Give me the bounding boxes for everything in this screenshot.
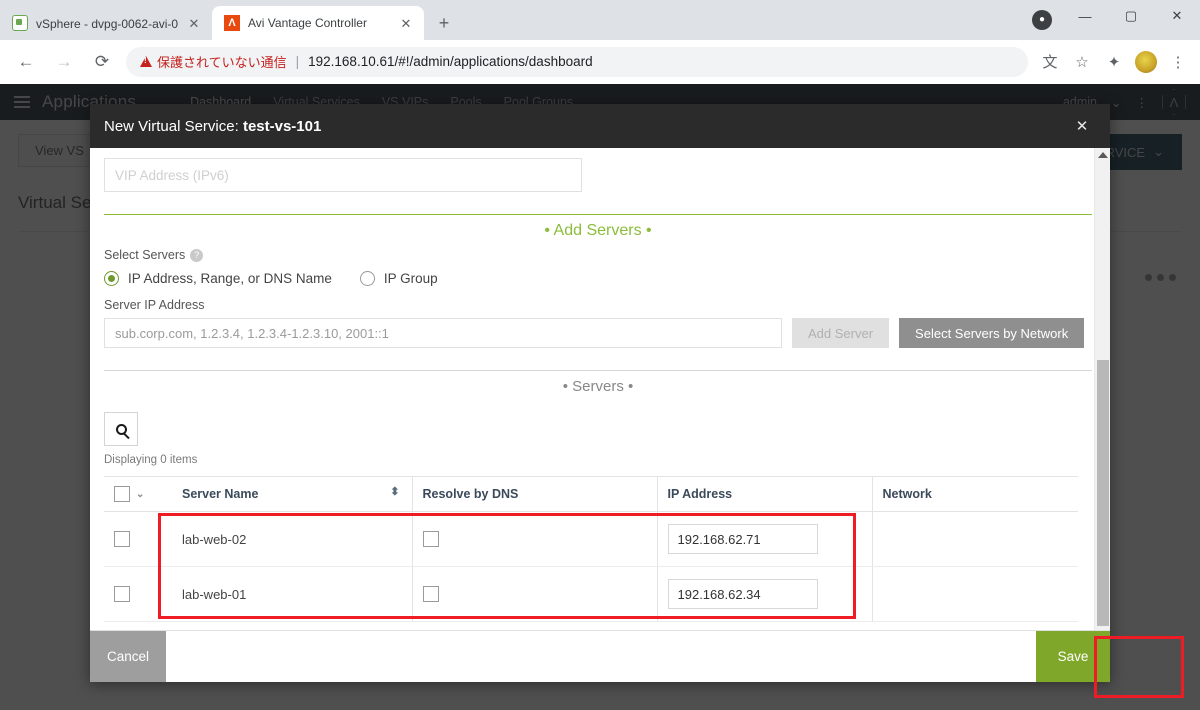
add-servers-section-divider: • Add Servers • bbox=[104, 214, 1092, 248]
window-minimize-icon[interactable]: — bbox=[1062, 0, 1108, 32]
modal-header: New Virtual Service: test-vs-101 ✕ bbox=[90, 104, 1110, 148]
server-ip-row: Add Server Select Servers by Network bbox=[104, 318, 1092, 348]
tab-close-icon[interactable]: ✕ bbox=[398, 15, 414, 31]
displaying-count-label: Displaying 0 items bbox=[104, 454, 198, 466]
table-header-row: ⌄ Server Name ⬍ Resolve by DNS IP Addres… bbox=[104, 476, 1078, 512]
insecure-warning-label: 保護されていない通信 bbox=[157, 55, 287, 70]
row-checkbox[interactable] bbox=[114, 531, 130, 548]
table-row[interactable]: lab-web-01 bbox=[104, 566, 1078, 622]
insecure-warning[interactable]: 保護されていない通信 bbox=[140, 52, 287, 71]
scroll-up-arrow-icon[interactable] bbox=[1098, 152, 1108, 158]
row-select-cell bbox=[104, 566, 172, 622]
reload-icon[interactable]: ⟳ bbox=[86, 46, 118, 78]
col-ip-address: IP Address bbox=[656, 476, 872, 512]
table-row[interactable]: lab-web-02 bbox=[104, 511, 1078, 567]
row-ip-address-input[interactable] bbox=[667, 579, 818, 609]
cell-network bbox=[871, 511, 1078, 567]
add-server-button[interactable]: Add Server bbox=[792, 318, 890, 348]
new-tab-button[interactable]: + bbox=[430, 9, 458, 37]
cell-network bbox=[871, 566, 1078, 622]
select-servers-by-network-button[interactable]: Select Servers by Network bbox=[899, 318, 1085, 348]
modal-footer: Cancel Save bbox=[90, 630, 1110, 682]
cancel-button[interactable]: Cancel bbox=[90, 631, 166, 682]
browser-window: vSphere - dvpg-0062-avi-02 - 仮 ✕ Λ Avi V… bbox=[0, 0, 1200, 710]
servers-section-divider: • Servers • bbox=[104, 370, 1092, 404]
radio-dot-icon bbox=[104, 271, 119, 286]
modal-scrollbar[interactable] bbox=[1094, 148, 1110, 630]
browser-tabstrip: vSphere - dvpg-0062-avi-02 - 仮 ✕ Λ Avi V… bbox=[0, 0, 1200, 40]
omnibar-icons: 文 ☆ ✦ ⋮ bbox=[1036, 48, 1200, 76]
sort-icon[interactable]: ⬍ bbox=[390, 487, 399, 498]
new-virtual-service-modal: New Virtual Service: test-vs-101 ✕ • Add… bbox=[90, 104, 1110, 682]
radio-label: IP Address, Range, or DNS Name bbox=[128, 271, 332, 286]
vip-ipv6-input[interactable] bbox=[104, 158, 582, 192]
cell-server-name: lab-web-01 bbox=[172, 566, 412, 622]
resolve-by-dns-checkbox[interactable] bbox=[422, 531, 439, 548]
select-servers-label: Select Servers ? bbox=[104, 248, 1092, 262]
cell-ip-address bbox=[656, 511, 872, 567]
tab-title: vSphere - dvpg-0062-avi-02 - 仮 bbox=[36, 16, 178, 31]
server-ip-input[interactable] bbox=[104, 318, 782, 348]
select-servers-text: Select Servers bbox=[104, 248, 186, 262]
col-server-name[interactable]: Server Name ⬍ bbox=[172, 476, 412, 512]
servers-label: • Servers • bbox=[562, 378, 634, 395]
row-checkbox[interactable] bbox=[114, 586, 130, 603]
save-button[interactable]: Save bbox=[1036, 631, 1110, 682]
modal-body: • Add Servers • Select Servers ? IP Addr… bbox=[90, 148, 1110, 630]
select-servers-radio-group: IP Address, Range, or DNS Name IP Group bbox=[104, 271, 1092, 286]
search-icon bbox=[115, 423, 127, 435]
warning-triangle-icon bbox=[140, 56, 152, 67]
window-maximize-icon[interactable]: ▢ bbox=[1108, 0, 1154, 32]
modal-title: New Virtual Service: test-vs-101 bbox=[104, 118, 321, 135]
cell-resolve-by-dns bbox=[411, 566, 657, 622]
row-ip-address-input[interactable] bbox=[667, 524, 818, 554]
profile-avatar[interactable] bbox=[1132, 48, 1160, 76]
cell-ip-address bbox=[656, 566, 872, 622]
radio-ip-address-range-dns[interactable]: IP Address, Range, or DNS Name bbox=[104, 271, 332, 286]
url-text: 192.168.10.61/#!/admin/applications/dash… bbox=[308, 54, 593, 69]
vsphere-favicon-icon bbox=[12, 15, 28, 31]
select-all-checkbox[interactable] bbox=[114, 486, 130, 502]
servers-table: ⌄ Server Name ⬍ Resolve by DNS IP Addres… bbox=[104, 476, 1078, 622]
server-ip-address-label: Server IP Address bbox=[104, 298, 205, 312]
browser-toolbar: ← → ⟳ 保護されていない通信 | 192.168.10.61/#!/admi… bbox=[0, 40, 1200, 84]
avi-favicon-icon: Λ bbox=[224, 15, 240, 31]
scrollbar-thumb[interactable] bbox=[1097, 360, 1109, 626]
cell-resolve-by-dns bbox=[411, 511, 657, 567]
tab-close-icon[interactable]: ✕ bbox=[186, 15, 202, 31]
browser-profile-badge-icon[interactable]: ● bbox=[1032, 10, 1052, 30]
chrome-menu-icon[interactable]: ⋮ bbox=[1164, 48, 1192, 76]
col-label: Server Name bbox=[182, 487, 259, 501]
cell-server-name: lab-web-02 bbox=[172, 511, 412, 567]
modal-title-name: test-vs-101 bbox=[242, 117, 322, 135]
translate-icon[interactable]: 文 bbox=[1036, 48, 1064, 76]
help-icon[interactable]: ? bbox=[190, 248, 204, 262]
col-resolve-by-dns: Resolve by DNS bbox=[411, 476, 657, 512]
server-search-button[interactable] bbox=[104, 412, 138, 446]
radio-ip-group[interactable]: IP Group bbox=[359, 271, 438, 286]
radio-label: IP Group bbox=[383, 271, 438, 286]
modal-close-icon[interactable]: ✕ bbox=[1068, 112, 1096, 140]
add-servers-label: • Add Servers • bbox=[544, 222, 652, 239]
forward-arrow-icon[interactable]: → bbox=[48, 46, 80, 78]
modal-title-prefix: New Virtual Service: bbox=[104, 117, 243, 135]
row-select-cell bbox=[104, 511, 172, 567]
window-controls: — ▢ ✕ bbox=[1062, 0, 1200, 32]
col-network: Network bbox=[871, 476, 1078, 512]
chevron-down-icon[interactable]: ⌄ bbox=[136, 489, 144, 500]
window-close-icon[interactable]: ✕ bbox=[1154, 0, 1200, 32]
resolve-by-dns-checkbox[interactable] bbox=[422, 586, 439, 603]
back-arrow-icon[interactable]: ← bbox=[10, 46, 42, 78]
bookmark-star-icon[interactable]: ☆ bbox=[1068, 48, 1096, 76]
browser-tab-avi[interactable]: Λ Avi Vantage Controller ✕ bbox=[212, 6, 424, 40]
extensions-puzzle-icon[interactable]: ✦ bbox=[1100, 48, 1128, 76]
select-all-header: ⌄ bbox=[104, 476, 172, 512]
address-bar[interactable]: 保護されていない通信 | 192.168.10.61/#!/admin/appl… bbox=[126, 46, 1028, 77]
url-divider: | bbox=[295, 54, 300, 69]
radio-dot-icon bbox=[359, 271, 375, 286]
tab-title: Avi Vantage Controller bbox=[248, 16, 367, 30]
browser-tab-vsphere[interactable]: vSphere - dvpg-0062-avi-02 - 仮 ✕ bbox=[0, 6, 212, 40]
